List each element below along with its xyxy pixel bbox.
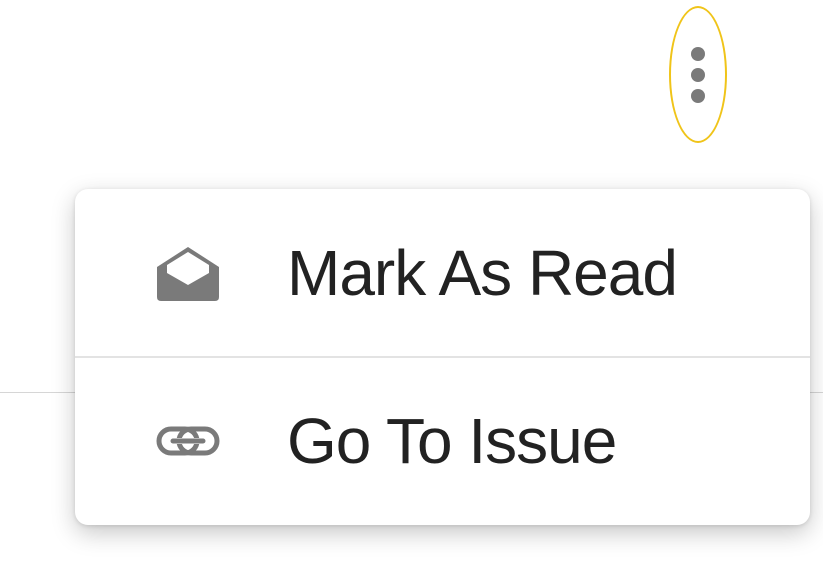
menu-item-label: Go To Issue — [287, 405, 617, 477]
more-options-button[interactable] — [669, 6, 727, 143]
menu-item-label: Mark As Read — [287, 236, 678, 309]
envelope-open-icon — [153, 243, 223, 303]
context-menu: Mark As Read Go To Issue — [75, 189, 810, 525]
link-icon — [153, 411, 223, 471]
more-vertical-icon — [691, 46, 705, 103]
menu-item-go-to-issue[interactable]: Go To Issue — [75, 357, 810, 525]
menu-item-mark-as-read[interactable]: Mark As Read — [75, 189, 810, 356]
